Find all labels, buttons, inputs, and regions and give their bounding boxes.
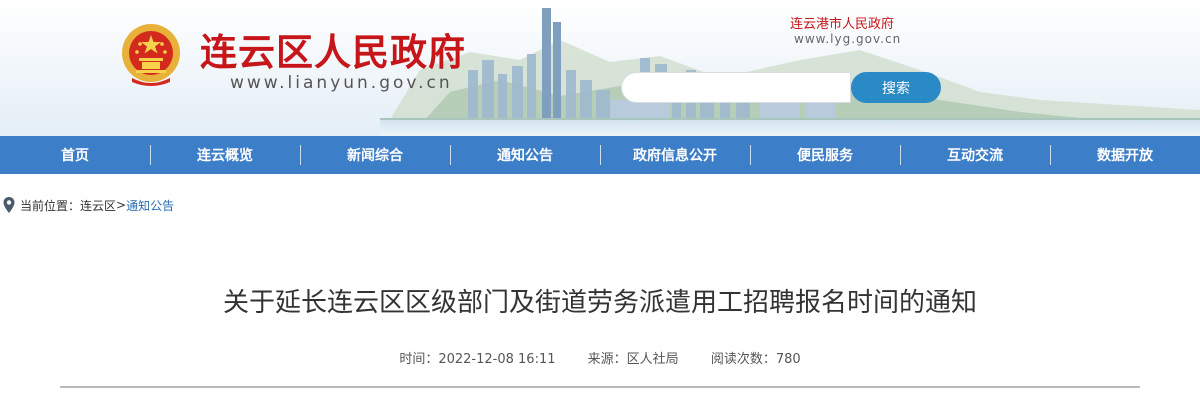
nav-item-services[interactable]: 便民服务 xyxy=(750,136,900,174)
meta-time: 时间：2022-12-08 16:11 xyxy=(399,352,555,367)
breadcrumb-separator: > xyxy=(116,198,127,212)
site-url: www.lianyun.gov.cn xyxy=(230,73,453,93)
meta-views-value: 780 xyxy=(775,352,801,367)
parent-government-url[interactable]: www.lyg.gov.cn xyxy=(794,32,901,46)
breadcrumb-prefix: 当前位置： xyxy=(20,198,81,213)
meta-time-label: 时间： xyxy=(399,352,439,367)
nav-item-home[interactable]: 首页 xyxy=(0,136,150,174)
meta-time-value: 2022-12-08 16:11 xyxy=(438,352,556,367)
meta-source: 来源：区人社局 xyxy=(588,352,679,367)
article-divider xyxy=(60,386,1140,388)
site-header: 连云区人民政府 www.lianyun.gov.cn 连云港市人民政府 www.… xyxy=(0,0,1200,136)
nav-item-news[interactable]: 新闻综合 xyxy=(300,136,450,174)
nav-item-overview[interactable]: 连云概览 xyxy=(150,136,300,174)
meta-views-label: 阅读次数： xyxy=(710,352,776,367)
nav-item-notices[interactable]: 通知公告 xyxy=(450,136,600,174)
nav-item-interaction[interactable]: 互动交流 xyxy=(900,136,1050,174)
site-title[interactable]: 连云区人民政府 xyxy=(200,22,466,76)
article-meta: 时间：2022-12-08 16:11 来源：区人社局 阅读次数：780 xyxy=(0,348,1200,367)
location-pin-icon xyxy=(3,197,15,213)
nav-item-gov-info[interactable]: 政府信息公开 xyxy=(600,136,750,174)
meta-source-value: 区人社局 xyxy=(626,352,679,367)
parent-government-link[interactable]: 连云港市人民政府 xyxy=(790,13,894,32)
search-input[interactable] xyxy=(621,72,851,103)
breadcrumb-home[interactable]: 连云区 xyxy=(80,197,116,214)
meta-views: 阅读次数：780 xyxy=(711,352,801,367)
main-nav: 首页 连云概览 新闻综合 通知公告 政府信息公开 便民服务 互动交流 数据开放 xyxy=(0,136,1200,174)
national-emblem-icon xyxy=(122,24,180,86)
article-title: 关于延长连云区区级部门及街道劳务派遣用工招聘报名时间的通知 xyxy=(222,288,977,318)
breadcrumb: 当前位置： 连云区 > 通知公告 xyxy=(0,195,174,215)
nav-item-open-data[interactable]: 数据开放 xyxy=(1050,136,1200,174)
search-button[interactable]: 搜索 xyxy=(851,72,941,103)
breadcrumb-current[interactable]: 通知公告 xyxy=(126,197,174,214)
meta-source-label: 来源： xyxy=(587,352,627,367)
